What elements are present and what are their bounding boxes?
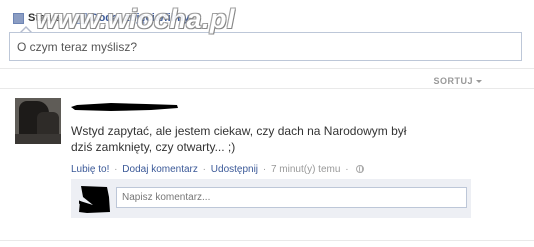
sort-label: SORTUJ <box>433 76 473 86</box>
author-avatar[interactable] <box>15 98 61 144</box>
comment-input[interactable] <box>116 187 467 208</box>
post-text: Wstyd zapytać, ale jestem ciekaw, czy da… <box>71 124 407 154</box>
site-watermark: www.wiocha.pl <box>36 4 236 34</box>
caret-down-icon <box>476 80 482 84</box>
like-link[interactable]: Lubię to! <box>71 164 109 175</box>
share-link[interactable]: Udostępnij <box>211 164 258 175</box>
status-icon <box>13 12 24 24</box>
globe-icon <box>356 165 365 173</box>
status-input[interactable] <box>9 32 522 61</box>
separator: · <box>345 164 349 175</box>
sort-button[interactable]: SORTUJ <box>433 76 482 86</box>
avatar-shape <box>15 134 61 144</box>
add-comment-link[interactable]: Dodaj komentarz <box>122 164 198 175</box>
separator: · <box>202 164 206 175</box>
feed-divider-bottom <box>0 240 534 241</box>
separator: · <box>262 164 267 175</box>
commenter-avatar-redacted <box>79 186 110 213</box>
separator: · <box>114 164 118 175</box>
post-actions: Lubię to! · Dodaj komentarz · Udostępnij… <box>71 164 365 175</box>
feed-divider-sort <box>0 88 534 89</box>
author-name-redacted <box>71 103 178 111</box>
post-timestamp[interactable]: 7 minut(y) temu <box>271 164 340 175</box>
feed-divider-top <box>0 68 534 69</box>
